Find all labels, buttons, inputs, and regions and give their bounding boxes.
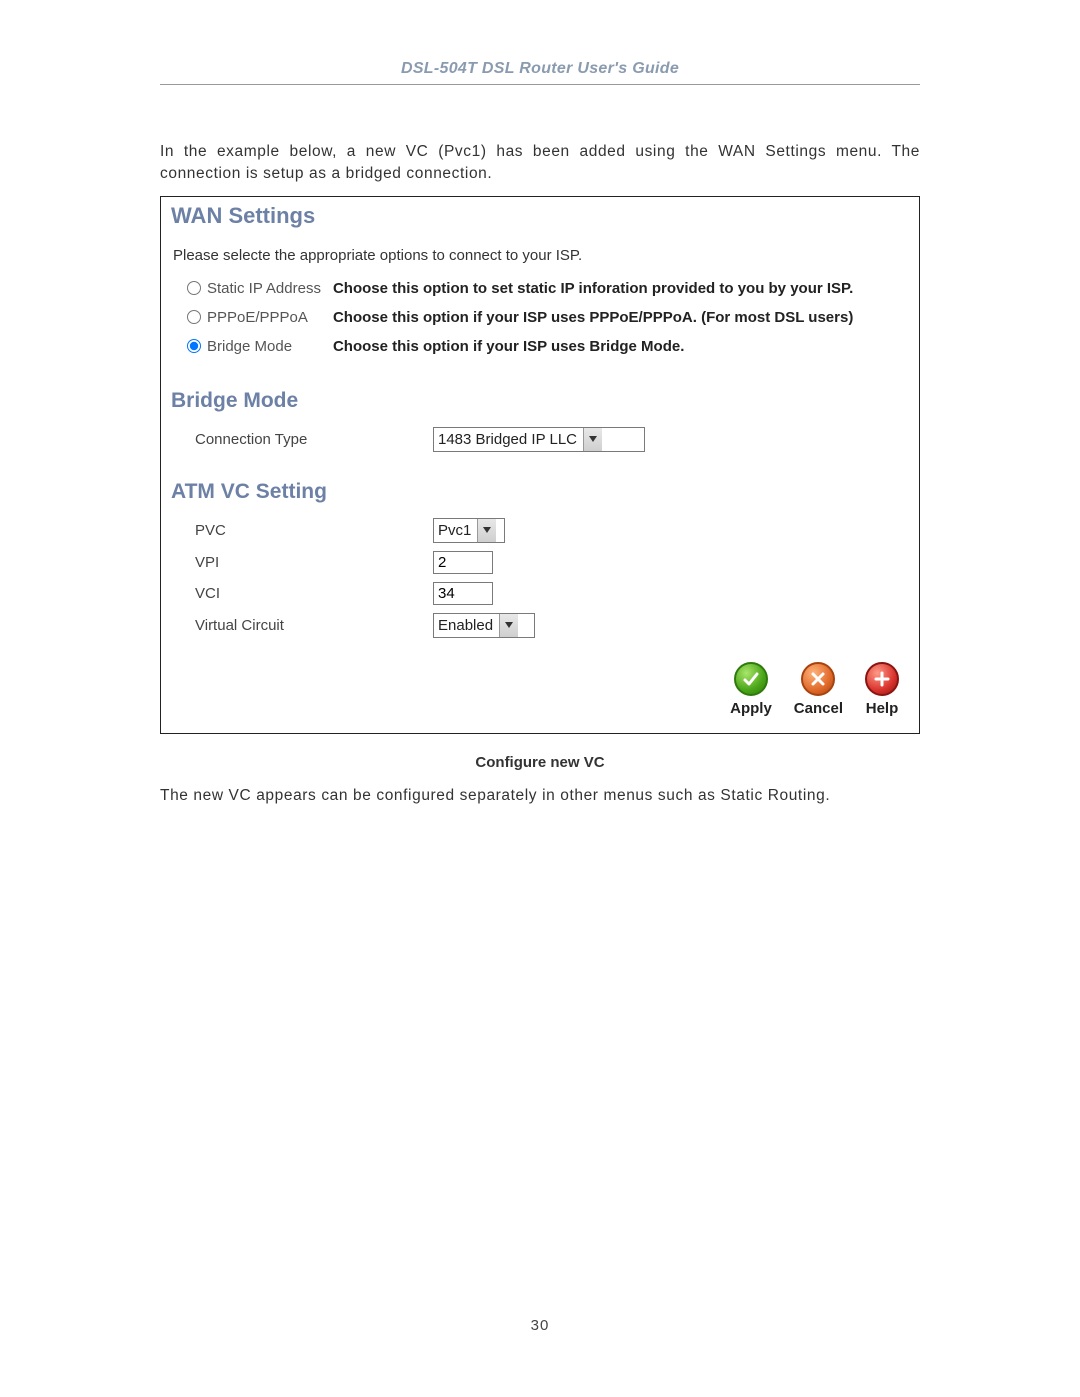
row-connection-type: Connection Type 1483 Bridged IP LLC (195, 427, 913, 452)
select-virtual-circuit-value: Enabled (434, 614, 499, 637)
row-vpi: VPI (195, 551, 913, 574)
option-row-static-ip: Static IP Address Choose this option to … (181, 274, 859, 303)
label-vpi: VPI (195, 554, 425, 571)
close-icon (801, 662, 835, 696)
label-vci: VCI (195, 585, 425, 602)
desc-bridge: Choose this option if your ISP uses Brid… (327, 332, 859, 361)
option-row-bridge: Bridge Mode Choose this option if your I… (181, 332, 859, 361)
apply-label: Apply (730, 700, 772, 717)
label-virtual-circuit: Virtual Circuit (195, 617, 425, 634)
chevron-down-icon (499, 614, 518, 637)
action-bar: Apply Cancel Help (167, 646, 913, 721)
plus-icon (865, 662, 899, 696)
cancel-label: Cancel (794, 700, 843, 717)
apply-button[interactable]: Apply (730, 662, 772, 717)
select-connection-type-value: 1483 Bridged IP LLC (434, 428, 583, 451)
panel-intro: Please selecte the appropriate options t… (173, 247, 913, 264)
option-row-pppoe: PPPoE/PPPoA Choose this option if your I… (181, 303, 859, 332)
chevron-down-icon (583, 428, 602, 451)
doc-header: DSL-504T DSL Router User's Guide (160, 60, 920, 78)
help-button[interactable]: Help (865, 662, 899, 717)
radio-static-ip-input[interactable] (187, 281, 201, 295)
figure-caption: Configure new VC (160, 754, 920, 771)
chevron-down-icon (477, 519, 496, 542)
radio-pppoe[interactable]: PPPoE/PPPoA (187, 309, 321, 326)
check-icon (734, 662, 768, 696)
header-divider (160, 84, 920, 85)
desc-pppoe: Choose this option if your ISP uses PPPo… (327, 303, 859, 332)
row-vci: VCI (195, 582, 913, 605)
intro-paragraph: In the example below, a new VC (Pvc1) ha… (160, 141, 920, 186)
radio-static-ip[interactable]: Static IP Address (187, 280, 321, 297)
select-connection-type[interactable]: 1483 Bridged IP LLC (433, 427, 645, 452)
label-pvc: PVC (195, 522, 425, 539)
wan-options-table: Static IP Address Choose this option to … (181, 274, 859, 361)
label-connection-type: Connection Type (195, 431, 425, 448)
radio-bridge-label: Bridge Mode (207, 338, 292, 355)
cancel-button[interactable]: Cancel (794, 662, 843, 717)
radio-bridge[interactable]: Bridge Mode (187, 338, 321, 355)
select-virtual-circuit[interactable]: Enabled (433, 613, 535, 638)
input-vpi[interactable] (433, 551, 493, 574)
wan-settings-panel: WAN Settings Please selecte the appropri… (160, 196, 920, 734)
followup-paragraph: The new VC appears can be configured sep… (160, 785, 920, 807)
row-virtual-circuit: Virtual Circuit Enabled (195, 613, 913, 638)
radio-static-ip-label: Static IP Address (207, 280, 321, 297)
bridge-mode-title: Bridge Mode (171, 389, 913, 413)
page-number: 30 (160, 1317, 920, 1334)
radio-pppoe-input[interactable] (187, 310, 201, 324)
select-pvc-value: Pvc1 (434, 519, 477, 542)
select-pvc[interactable]: Pvc1 (433, 518, 505, 543)
help-label: Help (866, 700, 899, 717)
input-vci[interactable] (433, 582, 493, 605)
radio-pppoe-label: PPPoE/PPPoA (207, 309, 308, 326)
atm-vc-title: ATM VC Setting (171, 480, 913, 504)
row-pvc: PVC Pvc1 (195, 518, 913, 543)
radio-bridge-input[interactable] (187, 339, 201, 353)
desc-static-ip: Choose this option to set static IP info… (327, 274, 859, 303)
panel-title: WAN Settings (171, 203, 913, 229)
